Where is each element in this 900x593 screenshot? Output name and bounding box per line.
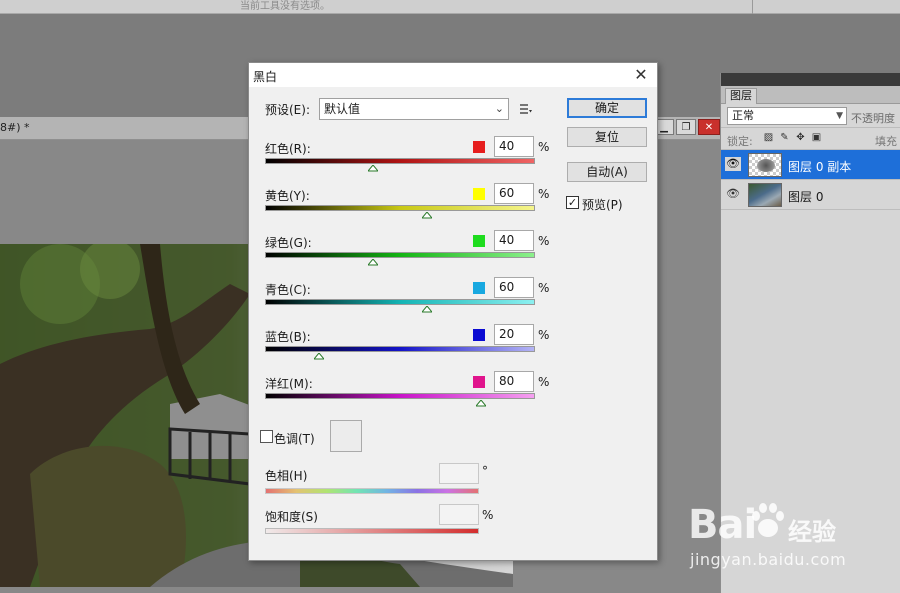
document-title: 8#) * [0, 121, 30, 134]
tab-layers[interactable]: 图层 [725, 88, 757, 104]
slider-thumb-icon[interactable] [422, 212, 432, 219]
tint-color-swatch[interactable] [330, 420, 362, 452]
blend-mode-select[interactable]: 正常 ▼ [727, 107, 847, 125]
blend-mode-value: 正常 [732, 109, 754, 122]
tint-checkbox[interactable] [260, 430, 273, 443]
channel-slider-track[interactable] [265, 346, 535, 352]
channel-value-input[interactable]: 40 [494, 230, 534, 251]
channel-label: 黄色(Y): [265, 189, 310, 203]
preset-label: 预设(E): [265, 103, 310, 117]
layer-thumbnail [748, 183, 782, 207]
ok-button[interactable]: 确定 [567, 98, 647, 118]
channel-color-swatch [473, 235, 485, 247]
channel-value-input[interactable]: 60 [494, 183, 534, 204]
preset-options-icon[interactable] [519, 102, 533, 116]
auto-button[interactable]: 自动(A) [567, 162, 647, 182]
lock-icons: ▨ ✎ ✥ ▣ [763, 132, 822, 143]
channel-color-swatch [473, 376, 485, 388]
preset-select[interactable]: 默认值 ⌄ [319, 98, 509, 120]
layer-row-copy[interactable]: 👁 图层 0 副本 [721, 150, 900, 180]
options-bar-divider [752, 0, 753, 14]
channel-value-input[interactable]: 60 [494, 277, 534, 298]
watermark-brand: Bai [688, 502, 757, 548]
saturation-label: 饱和度(S) [265, 510, 318, 524]
hue-label: 色相(H) [265, 469, 308, 483]
lock-position-icon[interactable]: ✥ [795, 132, 806, 143]
slider-thumb-icon[interactable] [476, 400, 486, 407]
dialog-titlebar[interactable]: 黑白 ✕ [249, 63, 657, 87]
reset-button[interactable]: 复位 [567, 127, 647, 147]
saturation-input[interactable] [439, 504, 479, 525]
channel-label: 青色(C): [265, 283, 311, 297]
percent-sign: % [538, 375, 550, 389]
percent-sign: % [538, 140, 550, 154]
document-window-controls: ▁ ❐ ✕ [654, 119, 720, 137]
channel-value-input[interactable]: 40 [494, 136, 534, 157]
channel-color-swatch [473, 141, 485, 153]
slider-thumb-icon[interactable] [314, 353, 324, 360]
channel-label: 蓝色(B): [265, 330, 311, 344]
lock-all-icon[interactable]: ▣ [811, 132, 822, 143]
restore-icon[interactable]: ❐ [676, 119, 696, 135]
layer-thumbnail [748, 153, 782, 177]
channel-slider-track[interactable] [265, 205, 535, 211]
layer-row-original[interactable]: 👁 图层 0 [721, 180, 900, 210]
slider-thumb-icon[interactable] [368, 165, 378, 172]
channel-color-swatch [473, 282, 485, 294]
lock-image-pixels-icon[interactable]: ✎ [779, 132, 790, 143]
tint-label: 色调(T) [274, 432, 315, 446]
preview-checkbox[interactable]: ✓ [566, 196, 579, 209]
chevron-down-icon: ▼ [836, 111, 843, 121]
layer-name: 图层 0 副本 [788, 160, 852, 174]
channel-label: 洋红(M): [265, 377, 313, 391]
lock-row: 锁定: ▨ ✎ ✥ ▣ 填充 [721, 128, 900, 150]
eye-icon[interactable]: 👁 [725, 157, 741, 171]
percent-sign: % [538, 281, 550, 295]
slider-thumb-icon[interactable] [422, 306, 432, 313]
close-document-icon[interactable]: ✕ [698, 119, 720, 135]
percent-sign: % [538, 234, 550, 248]
slider-thumb-icon[interactable] [368, 259, 378, 266]
saturation-unit: % [482, 508, 494, 522]
channel-slider-track[interactable] [265, 393, 535, 399]
channel-color-swatch [473, 329, 485, 341]
close-icon[interactable]: ✕ [631, 65, 651, 85]
channel-label: 绿色(G): [265, 236, 312, 250]
hue-slider[interactable] [265, 488, 479, 494]
channel-slider-track[interactable] [265, 299, 535, 305]
channel-color-swatch [473, 188, 485, 200]
percent-sign: % [538, 328, 550, 342]
eye-icon[interactable]: 👁 [725, 187, 741, 201]
watermark-url: jingyan.baidu.com [690, 550, 847, 569]
options-bar-text: 当前工具没有选项。 [240, 1, 330, 12]
preview-label: 预览(P) [582, 198, 623, 212]
channel-slider-track[interactable] [265, 252, 535, 258]
options-bar: 当前工具没有选项。 [0, 0, 900, 14]
layer-name: 图层 0 [788, 190, 824, 204]
channel-label: 红色(R): [265, 142, 311, 156]
lock-transparent-pixels-icon[interactable]: ▨ [763, 132, 774, 143]
hue-input[interactable] [439, 463, 479, 484]
layers-panel-header [721, 73, 900, 86]
percent-sign: % [538, 187, 550, 201]
paw-icon [752, 503, 784, 537]
chevron-down-icon: ⌄ [494, 102, 504, 115]
fill-label: 填充 [875, 135, 897, 148]
channel-slider-track[interactable] [265, 158, 535, 164]
channel-value-input[interactable]: 20 [494, 324, 534, 345]
preset-value: 默认值 [324, 102, 361, 116]
channel-value-input[interactable]: 80 [494, 371, 534, 392]
black-white-dialog: 黑白 ✕ 预设(E): 默认值 ⌄ 红色(R): 40% 黄色(Y): 60% 绿色(G… [248, 62, 658, 561]
watermark-brand-cn: 经验 [788, 518, 836, 546]
opacity-label: 不透明度 [851, 112, 895, 125]
baidu-watermark: Bai 经验 jingyan.baidu.com [688, 496, 858, 576]
layers-panel-tabs: 图层 [721, 86, 900, 104]
saturation-slider[interactable] [265, 528, 479, 534]
lock-label: 锁定: [727, 135, 753, 148]
dialog-title: 黑白 [253, 70, 278, 84]
hue-unit: ° [482, 464, 488, 478]
blend-row: 正常 ▼ 不透明度 [721, 104, 900, 128]
